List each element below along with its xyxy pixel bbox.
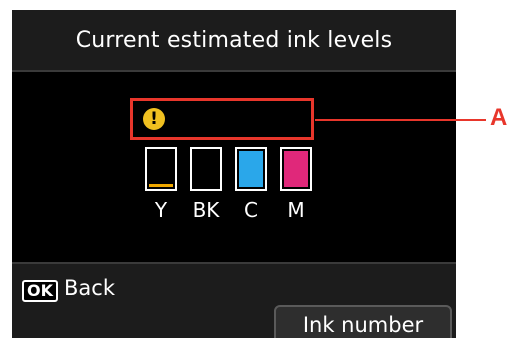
title-bar: Current estimated ink levels [12, 10, 456, 72]
printer-lcd-screen: Current estimated ink levels ! Y BK C M … [12, 10, 456, 338]
ink-level-fill-m [284, 151, 308, 187]
page-title: Current estimated ink levels [75, 27, 393, 53]
ink-warning-area: ! [130, 98, 314, 140]
ink-label-bk: BK [192, 198, 220, 222]
ink-tank-y [145, 147, 177, 191]
back-label[interactable]: Back [64, 276, 115, 300]
ink-number-button[interactable]: Ink number [274, 305, 452, 338]
ink-tank-c [235, 147, 267, 191]
ink-label-m: M [287, 198, 305, 222]
ink-tank-m [280, 147, 312, 191]
exclamation-icon: ! [143, 108, 165, 130]
ink-warning-panel: ! [137, 105, 307, 133]
ok-key-icon[interactable]: OK [22, 280, 58, 302]
callout-label: A [490, 104, 508, 131]
ink-tank-bk [190, 147, 222, 191]
ink-level-fill-c [239, 151, 263, 187]
callout-line [315, 119, 486, 121]
ink-level-fill-y [149, 184, 173, 187]
ink-label-y: Y [154, 198, 168, 222]
ink-label-c: C [244, 198, 258, 222]
